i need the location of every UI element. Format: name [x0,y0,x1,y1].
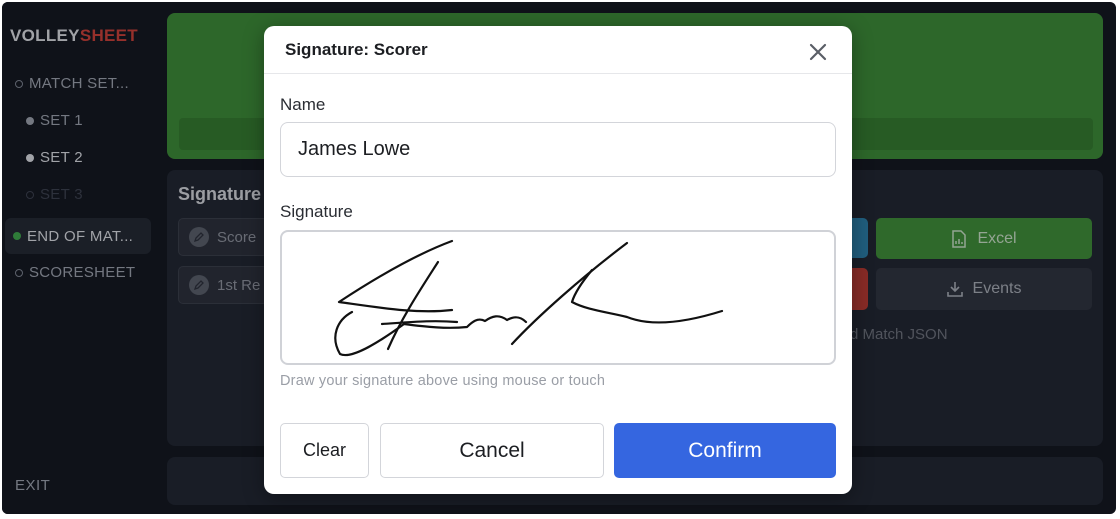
clear-button[interactable]: Clear [280,423,369,478]
close-icon [809,43,827,61]
dialog-header: Signature: Scorer [264,26,852,74]
signature-drawing [334,239,724,357]
confirm-button[interactable]: Confirm [614,423,836,478]
name-input[interactable] [280,122,836,177]
signature-label: Signature [280,202,353,221]
close-button[interactable] [806,40,830,64]
app-window: VOLLEYSHEET MATCH SET... SET 1 SET 2 SET… [2,2,1116,514]
signature-pad[interactable] [280,230,836,365]
signature-dialog: Signature: Scorer Name Signature [264,26,852,494]
name-label: Name [280,95,326,114]
signature-hint: Draw your signature above using mouse or… [280,373,606,389]
dialog-title: Signature: Scorer [285,40,428,59]
cancel-button[interactable]: Cancel [380,423,604,478]
